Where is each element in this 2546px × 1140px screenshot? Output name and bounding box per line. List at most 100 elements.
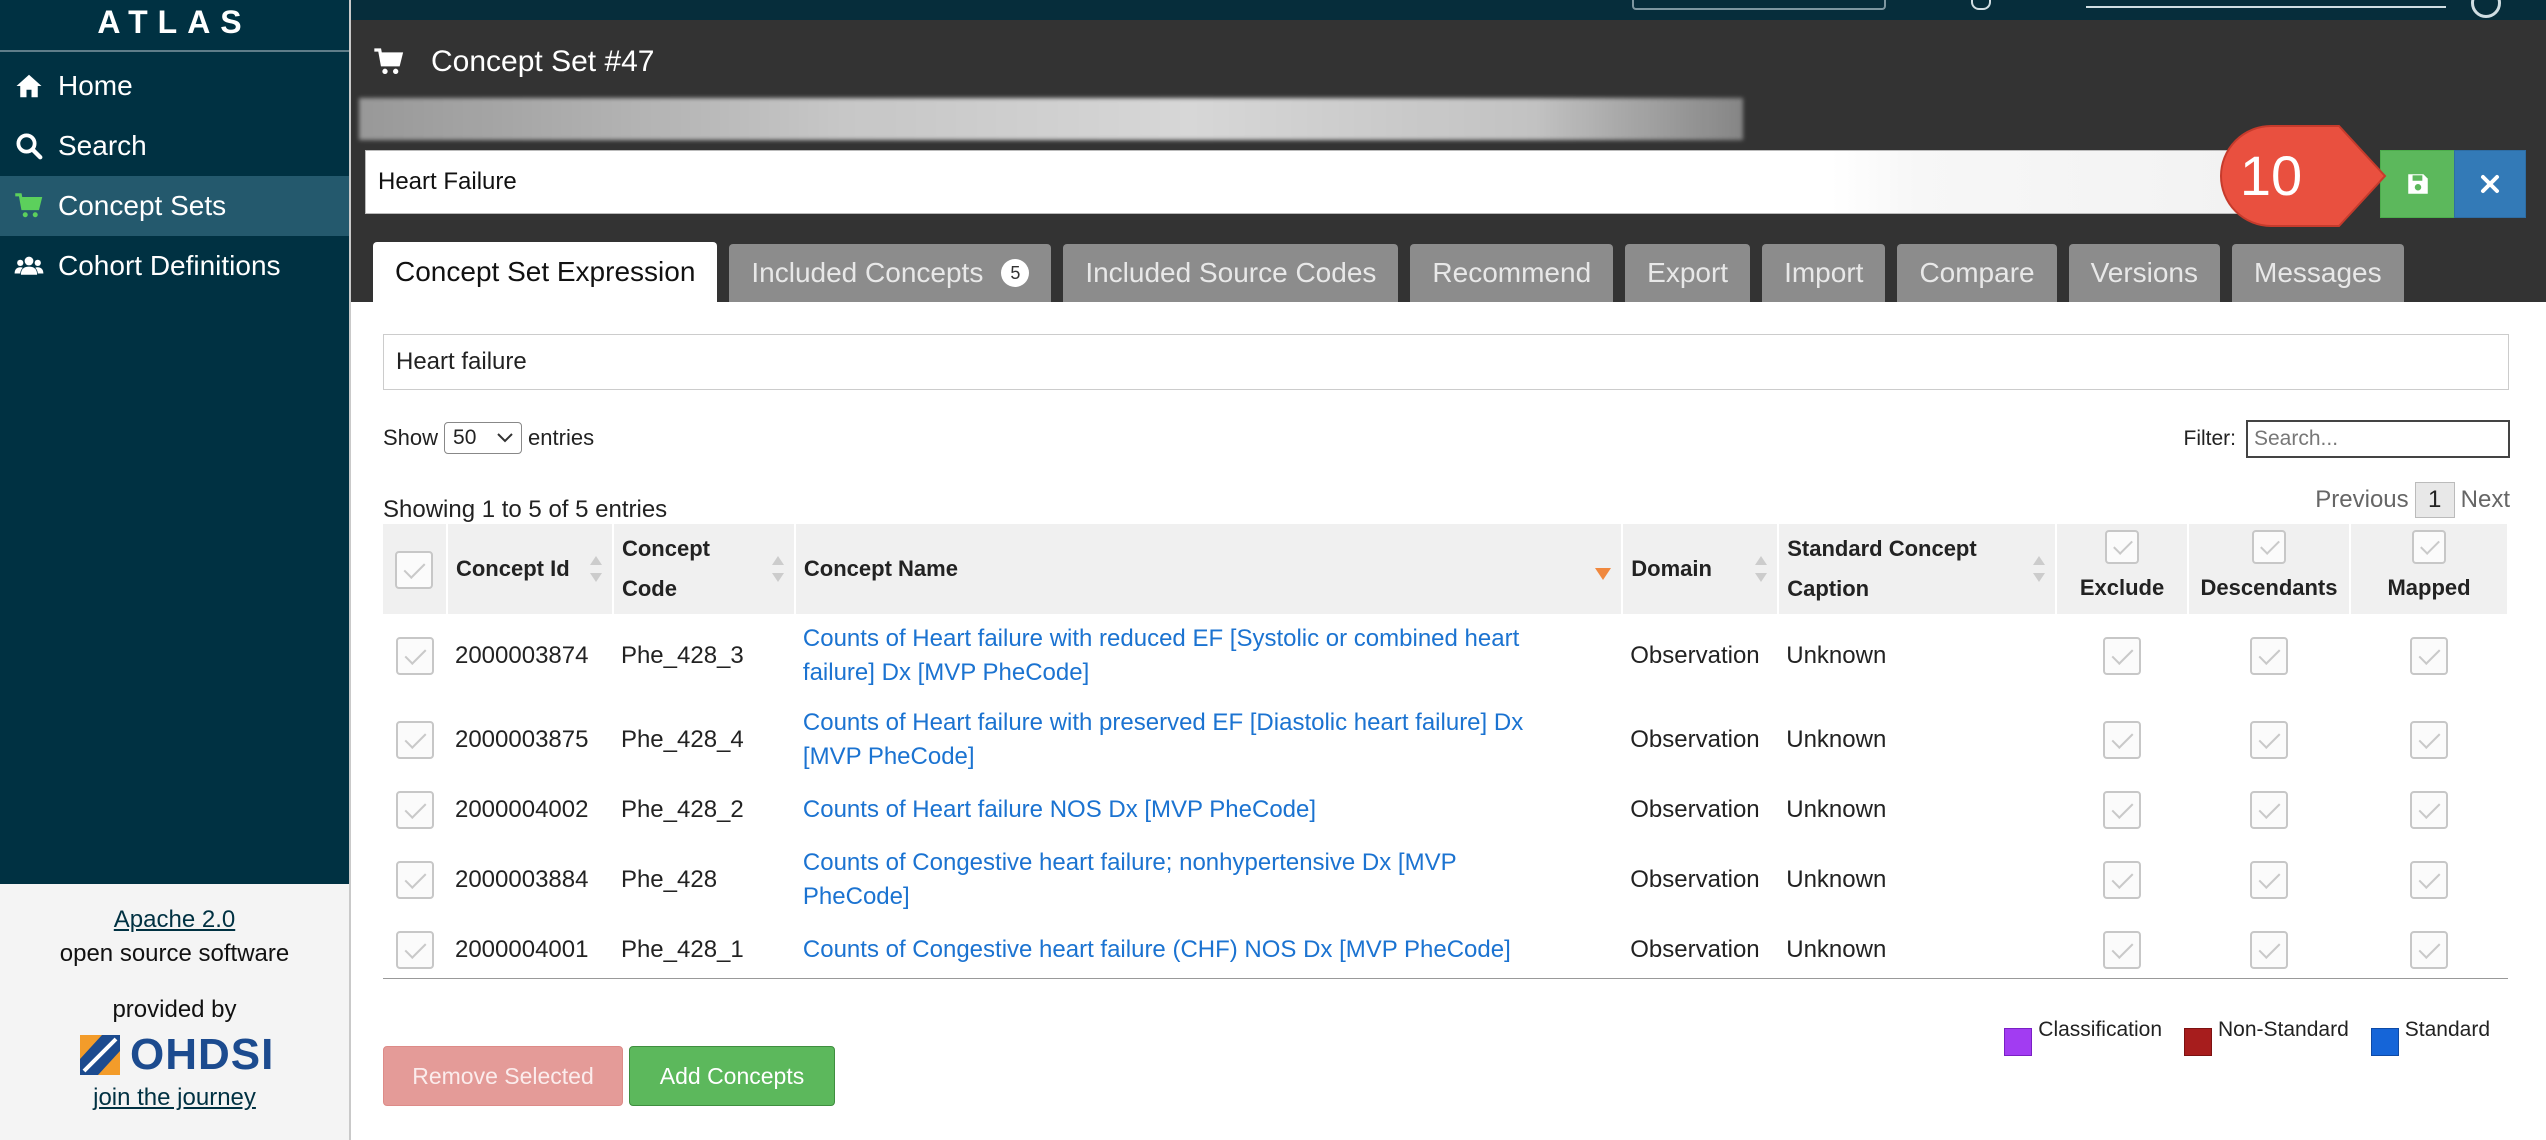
header-standard-concept-caption[interactable]: Standard Concept Caption <box>1778 524 2058 614</box>
mapped-checkbox[interactable] <box>2410 791 2448 829</box>
concept-name-link[interactable]: Counts of Heart failure with preserved E… <box>803 709 1523 770</box>
header-exclude: Exclude <box>2056 524 2190 614</box>
exclude-all-checkbox[interactable] <box>2105 530 2140 564</box>
join-link[interactable]: join the journey <box>93 1084 256 1111</box>
row-select-checkbox[interactable] <box>395 791 434 829</box>
chevron-down-icon <box>497 433 513 443</box>
descendants-checkbox[interactable] <box>2250 721 2289 759</box>
select-all-checkbox[interactable] <box>395 551 434 590</box>
tab-recommend[interactable]: Recommend <box>1410 244 1614 302</box>
row-select-checkbox[interactable] <box>395 861 434 899</box>
header-label: Caption <box>1787 576 1870 601</box>
pagination-page-1[interactable]: 1 <box>2414 482 2455 518</box>
tab-included-source-codes[interactable]: Included Source Codes <box>1063 244 1399 302</box>
provided-by-text: provided by <box>112 996 237 1023</box>
remove-selected-button[interactable]: Remove Selected <box>383 1046 623 1106</box>
mapped-checkbox[interactable] <box>2410 861 2448 899</box>
row-select-checkbox[interactable] <box>395 930 434 969</box>
sort-desc-icon <box>1595 568 1612 580</box>
tab-label: Import <box>1784 257 1864 288</box>
tab-bar: Concept Set Expression Included Concepts… <box>373 242 2416 302</box>
domain-cell: Observation <box>1630 935 1760 963</box>
exclude-checkbox[interactable] <box>2103 721 2142 759</box>
sidebar-item-home[interactable]: Home <box>0 56 349 116</box>
mapped-checkbox[interactable] <box>2410 637 2448 675</box>
concept-name-link[interactable]: Counts of Congestive heart failure (CHF)… <box>803 936 1511 963</box>
caption-cell: Unknown <box>1786 726 1887 753</box>
pagination: Previous 1 Next <box>2315 482 2510 518</box>
expression-search-input[interactable] <box>383 334 2509 390</box>
concept-name-link[interactable]: Counts of Congestive heart failure; nonh… <box>803 849 1457 910</box>
legend-swatch <box>2004 1028 2033 1056</box>
sidebar-item-cohort-definitions[interactable]: Cohort Definitions <box>0 236 349 296</box>
search-icon <box>0 131 58 161</box>
descendants-checkbox[interactable] <box>2250 791 2289 829</box>
concept-id-cell: 2000004002 <box>454 796 589 823</box>
tab-export[interactable]: Export <box>1625 244 1751 302</box>
close-icon <box>2481 175 2499 193</box>
filter-input[interactable] <box>2246 420 2510 458</box>
sidebar-item-label: Cohort Definitions <box>58 250 281 281</box>
tab-included-concepts[interactable]: Included Concepts 5 <box>729 244 1052 302</box>
table-header-row: Concept Id Concept Code Concept Name Doma… <box>383 524 2509 614</box>
header-concept-code[interactable]: Concept Code <box>612 524 796 614</box>
descendants-checkbox[interactable] <box>2250 861 2289 899</box>
sidebar-item-search[interactable]: Search <box>0 116 349 176</box>
exclude-checkbox[interactable] <box>2103 637 2142 675</box>
license-link[interactable]: Apache 2.0 <box>114 906 235 933</box>
caption-cell: Unknown <box>1786 866 1887 893</box>
tab-label: Compare <box>1919 257 2035 288</box>
sort-icon <box>2033 556 2046 582</box>
pagination-previous[interactable]: Previous <box>2315 486 2408 514</box>
exclude-checkbox[interactable] <box>2103 930 2142 969</box>
help-icon[interactable] <box>2471 0 2501 18</box>
concept-set-header: Concept Set #47 Heart Failure 10 Concept… <box>351 0 2546 302</box>
concept-name-link[interactable]: Counts of Heart failure NOS Dx [MVP PheC… <box>803 796 1316 823</box>
concept-code-cell: Phe_428 <box>620 866 718 893</box>
header-concept-id[interactable]: Concept Id <box>446 524 614 614</box>
tab-import[interactable]: Import <box>1762 244 1886 302</box>
concept-id-cell: 2000004001 <box>454 935 589 963</box>
header-label: Exclude <box>2079 575 2165 600</box>
step-callout: 10 <box>2219 124 2429 228</box>
user-link[interactable] <box>2086 0 2446 8</box>
global-search-input[interactable] <box>1632 0 1886 10</box>
page-length-select[interactable]: 50 <box>444 422 523 454</box>
descendants-checkbox[interactable] <box>2250 637 2289 675</box>
sort-icon <box>1755 556 1768 582</box>
header-concept-name[interactable]: Concept Name <box>794 524 1624 614</box>
close-button[interactable] <box>2454 150 2526 218</box>
header-label: Code <box>621 576 677 601</box>
descendants-all-checkbox[interactable] <box>2252 530 2287 564</box>
concept-name-cell: Counts of Heart failure NOS Dx [MVP PheC… <box>795 782 1622 838</box>
sidebar-item-label: Search <box>58 130 147 161</box>
notification-icon[interactable] <box>1971 0 1991 10</box>
exclude-checkbox[interactable] <box>2103 791 2142 829</box>
header-domain[interactable]: Domain <box>1622 524 1780 614</box>
domain-cell: Observation <box>1630 726 1760 753</box>
table-filter: Filter: <box>2183 420 2510 458</box>
mapped-checkbox[interactable] <box>2410 721 2448 759</box>
page-title-row: Concept Set #47 <box>373 42 655 82</box>
tab-messages[interactable]: Messages <box>2232 244 2404 302</box>
app-brand[interactable]: ATLAS <box>0 0 349 52</box>
row-select-checkbox[interactable] <box>395 721 434 759</box>
row-select-checkbox[interactable] <box>395 637 434 675</box>
domain-cell: Observation <box>1630 642 1760 669</box>
exclude-checkbox[interactable] <box>2103 861 2142 899</box>
mapped-checkbox[interactable] <box>2410 930 2448 969</box>
filter-label: Filter: <box>2183 427 2237 450</box>
sidebar-item-concept-sets[interactable]: Concept Sets <box>0 176 349 236</box>
tab-compare[interactable]: Compare <box>1897 244 2057 302</box>
tab-versions[interactable]: Versions <box>2068 244 2221 302</box>
add-concepts-button[interactable]: Add Concepts <box>629 1046 835 1106</box>
table-row: 2000004001 Phe_428_1 Counts of Congestiv… <box>383 922 2508 978</box>
mapped-all-checkbox[interactable] <box>2412 530 2446 564</box>
descendants-checkbox[interactable] <box>2250 930 2289 969</box>
concept-name-link[interactable]: Counts of Heart failure with reduced EF … <box>803 625 1519 686</box>
header-label: Descendants <box>2200 575 2338 600</box>
concept-name-cell: Counts of Congestive heart failure (CHF)… <box>795 922 1622 978</box>
callout-number: 10 <box>2239 144 2303 207</box>
pagination-next[interactable]: Next <box>2461 486 2510 514</box>
tab-concept-set-expression[interactable]: Concept Set Expression <box>373 242 718 302</box>
